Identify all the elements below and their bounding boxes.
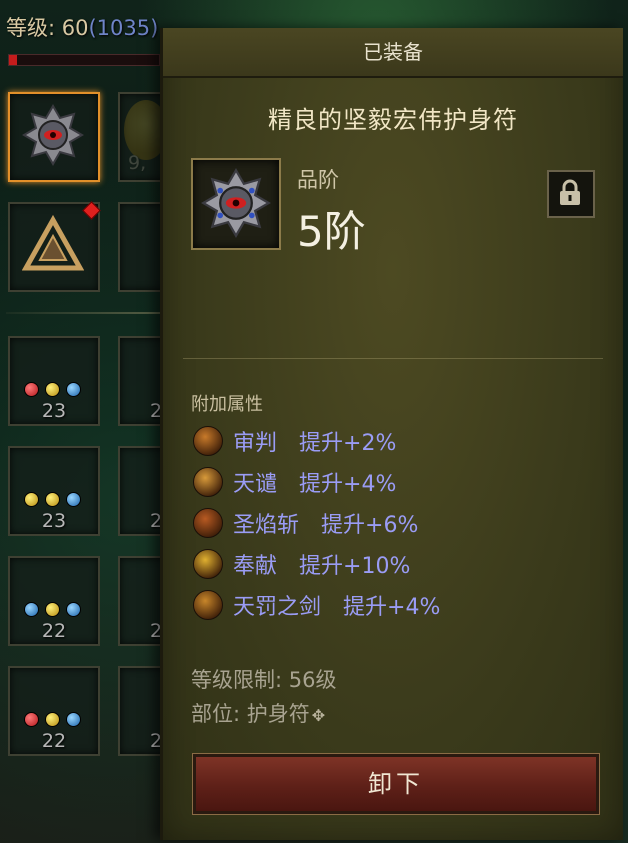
socket-gems — [24, 492, 81, 507]
blue-gem-icon — [66, 382, 81, 397]
divider — [6, 312, 166, 314]
legendary-gem-slot-2[interactable]: 23 — [8, 446, 100, 536]
red-gem-icon — [24, 712, 39, 727]
attribute-bonus: 提升+6% — [321, 512, 419, 538]
blue-gem-icon — [66, 712, 81, 727]
attribute-list: 审判 提升+2% 天谴 提升+4% 圣焰斩 提升+6% 奉献 提升+10% 天罚之剑 提升+4% — [193, 420, 603, 625]
grade-value: 5阶 — [297, 207, 366, 256]
attribute-name: 天罚之剑 — [233, 594, 322, 620]
section-divider — [183, 358, 603, 359]
attribute-bonus: 提升+2% — [299, 430, 397, 456]
unequip-button[interactable]: 卸下 — [192, 753, 600, 815]
padlock-icon — [560, 179, 580, 205]
equipped-amulet-slot[interactable] — [8, 92, 100, 182]
yellow-gem-icon — [45, 712, 60, 727]
legendary-gem-slot-4[interactable]: 22 — [8, 666, 100, 756]
holy-flame-slash-icon — [193, 507, 223, 538]
attribute-name: 奉献 — [233, 553, 278, 579]
blue-gem-icon — [66, 492, 81, 507]
attribute-bonus: 提升+4% — [343, 594, 441, 620]
blue-gem-icon — [24, 602, 39, 617]
yellow-gem-icon — [45, 492, 60, 507]
attribute-row: 圣焰斩 提升+6% — [193, 502, 603, 543]
attribute-bonus: 提升+10% — [299, 553, 411, 579]
item-name: 精良的坚毅宏伟护身符 — [268, 106, 518, 134]
rune-slot[interactable] — [8, 202, 100, 292]
attribute-bonus: 提升+4% — [299, 471, 397, 497]
heavens-sword-icon — [193, 589, 223, 620]
fist-of-heavens-icon — [193, 466, 223, 497]
item-level: 23 — [41, 400, 67, 422]
yellow-gem-icon — [45, 382, 60, 397]
consecration-icon — [193, 548, 223, 579]
socket-gems — [24, 602, 81, 617]
attribute-row: 天罚之剑 提升+4% — [193, 584, 603, 625]
socket-gems — [24, 712, 81, 727]
yellow-gem-icon — [24, 492, 39, 507]
item-level: 23 — [41, 510, 67, 532]
yellow-gem-icon — [45, 602, 60, 617]
rune-triangle-icon — [22, 214, 84, 271]
attribute-row: 奉献 提升+10% — [193, 543, 603, 584]
attribute-name: 圣焰斩 — [233, 512, 300, 538]
grade-label: 品阶 — [297, 168, 339, 192]
slot-info: 部位: 护身符 ✥ — [191, 702, 326, 726]
legendary-gem-slot-1[interactable]: 23 — [8, 336, 100, 426]
amulet-emblem-icon — [22, 104, 84, 166]
attribute-row: 审判 提升+2% — [193, 420, 603, 461]
judgment-icon — [193, 425, 223, 456]
tooltip-header: 已装备 — [163, 28, 623, 78]
character-level: 等级: 60(1035) — [6, 16, 159, 40]
item-level: 22 — [41, 620, 67, 642]
attributes-title: 附加属性 — [191, 394, 263, 415]
legendary-gem-slot-3[interactable]: 22 — [8, 556, 100, 646]
red-gem-icon — [24, 382, 39, 397]
item-icon-frame — [191, 158, 281, 250]
item-level: 22 — [41, 730, 67, 752]
experience-bar — [8, 54, 160, 66]
amulet-emblem-icon — [201, 168, 271, 238]
attribute-name: 审判 — [233, 430, 278, 456]
experience-bar-fill — [9, 55, 17, 65]
blue-gem-icon — [66, 602, 81, 617]
attribute-name: 天谴 — [233, 471, 278, 497]
lock-button[interactable] — [547, 170, 595, 218]
level-requirement: 等级限制: 56级 — [191, 668, 337, 692]
attribute-row: 天谴 提升+4% — [193, 461, 603, 502]
amulet-slot-icon: ✥ — [311, 706, 326, 725]
item-tooltip-panel: 已装备 精良的坚毅宏伟护身符 品阶 5阶 附加属性 审判 提升+2% 天谴 提升+4%… — [160, 28, 623, 840]
socket-gems — [24, 382, 81, 397]
